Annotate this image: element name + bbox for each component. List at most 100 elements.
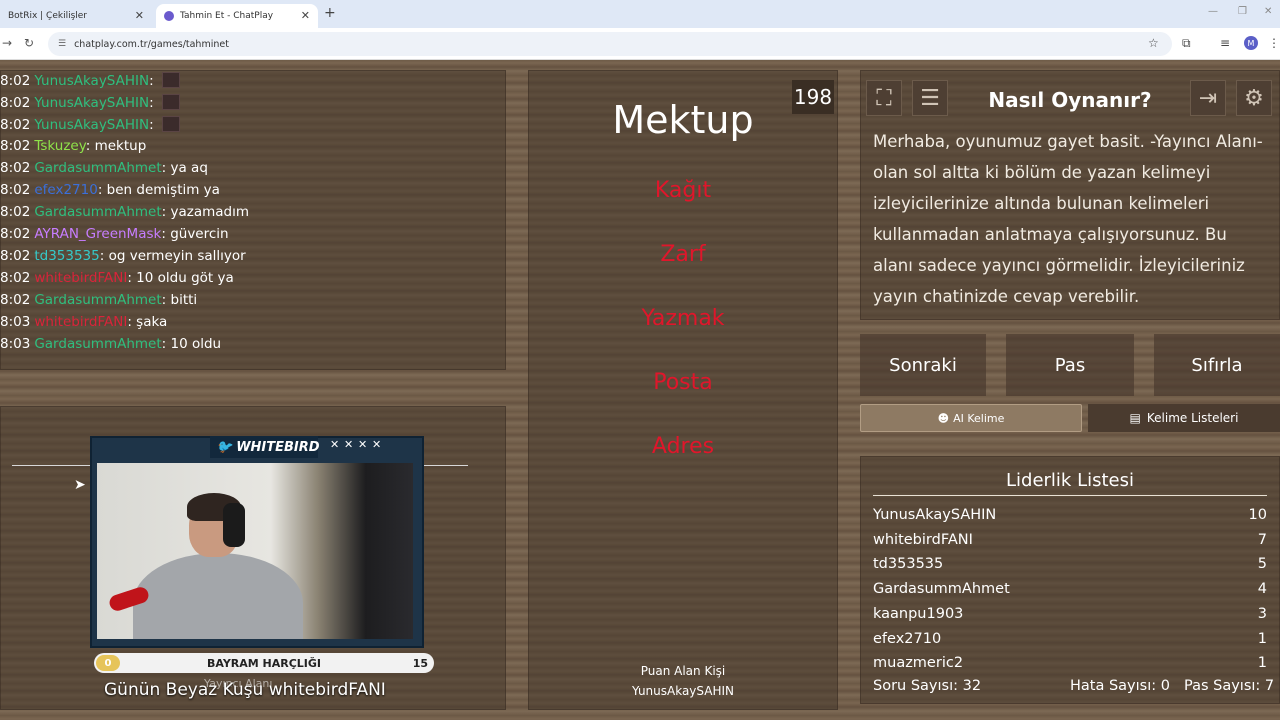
chat-message: 8:02 efex2710: ben demiştim ya [0, 182, 220, 198]
chat-username[interactable]: efex2710 [34, 182, 97, 198]
chat-username[interactable]: whitebirdFANI [34, 314, 127, 330]
forbidden-word: Zarf [660, 242, 706, 267]
exit-icon[interactable]: ⇥ [1190, 80, 1226, 116]
chat-username[interactable]: GardasummAhmet [34, 292, 161, 308]
chat-separator: : [161, 226, 171, 242]
chat-username[interactable]: td353535 [34, 248, 99, 264]
chat-time: 8:03 [0, 336, 31, 352]
forbidden-word: Yazmak [641, 306, 725, 331]
chat-separator: : [127, 270, 137, 286]
chat-username[interactable]: whitebirdFANI [34, 270, 127, 286]
chat-separator: : [149, 95, 158, 111]
chat-message: 8:02 YunusAkaySAHIN: [0, 94, 180, 111]
reload-icon[interactable]: ↻ [24, 36, 34, 50]
goal-label: BAYRAM HARÇLIĞI [206, 656, 322, 670]
word-lists-button[interactable]: ▤ Kelime Listeleri [1088, 404, 1280, 432]
browser-tab-bar: BotRix | Çekilişler ✕ Tahmin Et - ChatPl… [0, 0, 1280, 28]
chat-time: 8:02 [0, 226, 31, 242]
chat-time: 8:02 [0, 160, 31, 176]
how-to-play-text: Merhaba, oyunumuz gayet basit. -Yayıncı … [873, 132, 1263, 306]
decor-x-icon: ✕ [358, 438, 368, 451]
new-tab-icon[interactable]: + [324, 5, 336, 21]
menu-icon[interactable]: ⋮ [1268, 36, 1280, 50]
chat-message: 8:02 GardasummAhmet: bitti [0, 292, 197, 308]
player-name: GardasummAhmet [873, 581, 1010, 597]
question-count-value: 32 [962, 678, 982, 694]
player-name: muazmeric2 [873, 655, 964, 668]
leaderboard-row: td353535 5 [873, 556, 1267, 572]
donation-goal-bar: 0 BAYRAM HARÇLIĞI 15 [94, 653, 434, 673]
goal-current: 0 [96, 655, 120, 671]
tab-chatplay[interactable]: Tahmin Et - ChatPlay ✕ [156, 4, 318, 28]
chat-username[interactable]: GardasummAhmet [34, 204, 161, 220]
chat-separator: : [149, 117, 158, 133]
chat-message: 8:02 AYRAN_GreenMask: güvercin [0, 226, 229, 242]
reset-button[interactable]: Sıfırla [1154, 334, 1280, 396]
chat-text: güvercin [170, 226, 229, 242]
chat-separator: : [161, 160, 171, 176]
error-count: Hata Sayısı: 0 [1070, 678, 1170, 694]
bookmark-star-icon[interactable]: ☆ [1148, 36, 1159, 50]
chat-time: 8:02 [0, 292, 31, 308]
maximize-icon[interactable]: ❐ [1238, 6, 1247, 17]
pass-button[interactable]: Pas [1006, 334, 1134, 396]
chat-text: 10 oldu [170, 336, 222, 352]
webcam-video [97, 463, 413, 639]
forbidden-word: Adres [651, 434, 715, 459]
chat-username[interactable]: YunusAkaySAHIN [34, 73, 149, 89]
next-button[interactable]: Sonraki [860, 334, 986, 396]
forward-icon[interactable]: → [2, 36, 12, 50]
tab-title: BotRix | Çekilişler [8, 11, 88, 21]
forbidden-word: Kağıt [654, 178, 712, 203]
close-tab-icon[interactable]: ✕ [301, 9, 310, 22]
url-field[interactable]: ☰ chatplay.com.tr/games/tahminet [48, 32, 1172, 56]
leaderboard-list[interactable]: YunusAkaySAHIN 10 whitebirdFANI 7 td353535… [860, 500, 1280, 668]
chat-time: 8:03 [0, 314, 31, 330]
chat-separator: : [99, 248, 109, 264]
tab-title: Tahmin Et - ChatPlay [180, 11, 274, 21]
emote-icon [161, 72, 180, 88]
url-text: chatplay.com.tr/games/tahminet [74, 38, 229, 50]
extensions-icon[interactable]: ⧉ [1182, 36, 1191, 51]
chat-time: 8:02 [0, 204, 31, 220]
decor-x-icon: ✕ [372, 438, 382, 451]
question-count: Soru Sayısı: 32 [873, 678, 981, 694]
profile-avatar[interactable]: M [1244, 36, 1258, 50]
emote-icon [161, 116, 180, 132]
chat-separator: : [161, 292, 171, 308]
chat-text: ya aq [170, 160, 208, 176]
window-close-icon[interactable]: ✕ [1264, 6, 1272, 17]
brand-text: WHITEBIRD [236, 439, 320, 455]
ai-word-button[interactable]: ☻ AI Kelime [860, 404, 1082, 432]
reading-list-icon[interactable]: ≡ [1220, 36, 1230, 50]
chat-username[interactable]: Tskuzey [34, 138, 85, 154]
robot-icon: ☻ [937, 411, 950, 425]
settings-gear-icon[interactable]: ⚙ [1236, 80, 1272, 116]
twitter-bird-icon: 🐦 [216, 439, 233, 455]
chat-username[interactable]: YunusAkaySAHIN [34, 95, 149, 111]
fullscreen-icon[interactable]: ⛶ [866, 80, 902, 116]
clipboard-icon: ▤ [1129, 411, 1141, 425]
chat-username[interactable]: GardasummAhmet [34, 160, 161, 176]
pass-count-label: Pas Sayısı: [1184, 678, 1261, 694]
chat-separator: : [161, 336, 171, 352]
chat-username[interactable]: AYRAN_GreenMask [34, 226, 161, 242]
close-tab-icon[interactable]: ✕ [135, 9, 144, 22]
player-name: td353535 [873, 556, 944, 572]
minimize-icon[interactable]: — [1208, 6, 1218, 17]
pass-count: Pas Sayısı: 7 [1184, 678, 1274, 694]
forbidden-word: Posta [653, 370, 713, 395]
chat-text: şaka [136, 314, 168, 330]
chat-username[interactable]: GardasummAhmet [34, 336, 161, 352]
tab-botrix[interactable]: BotRix | Çekilişler ✕ [0, 4, 152, 28]
error-count-label: Hata Sayısı: [1070, 678, 1157, 694]
chat-time: 8:02 [0, 117, 31, 133]
site-settings-icon[interactable]: ☰ [58, 39, 66, 49]
player-name: YunusAkaySAHIN [873, 507, 997, 523]
chat-username[interactable]: YunusAkaySAHIN [34, 117, 149, 133]
chat-message: 8:02 YunusAkaySAHIN: [0, 116, 180, 133]
player-name: kaanpu1903 [873, 606, 964, 622]
notes-icon[interactable]: ☰ [912, 80, 948, 116]
countdown-timer: 198 [792, 80, 834, 114]
scorer-name: YunusAkaySAHIN [631, 684, 734, 698]
